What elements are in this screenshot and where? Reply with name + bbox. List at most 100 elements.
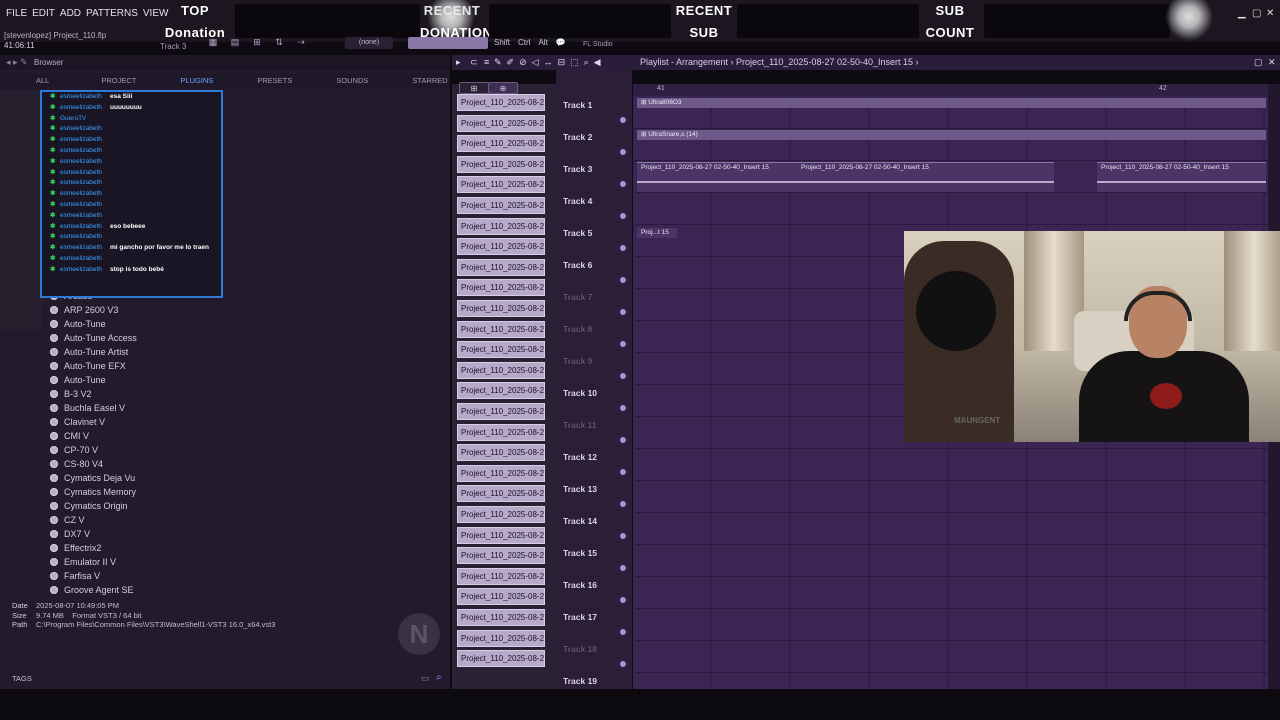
picker-item[interactable]: Project_110_2025-08-27... <box>457 114 545 132</box>
picker-item[interactable]: Project_110_2025-08-27... <box>457 94 545 111</box>
track-name[interactable]: Track 5 <box>563 228 592 238</box>
picker-item[interactable]: Project_110_2025-08-27... <box>457 423 545 441</box>
picker-item[interactable]: Project_110_2025-08-27... <box>457 217 545 235</box>
tab-plugins[interactable]: PLUGINS <box>136 73 213 89</box>
picker-item[interactable]: Project_110_2025-08-27... <box>457 547 545 565</box>
maximize-icon[interactable]: ▢ <box>1252 8 1261 19</box>
clip-track1[interactable]: ⊞ Ultra808O3 <box>637 98 1266 108</box>
plugin-item[interactable]: DX7 V <box>50 527 137 541</box>
menu-edit[interactable]: EDIT <box>32 8 55 19</box>
picker-item[interactable]: Project_110_2025-08-27... <box>457 464 545 482</box>
delete-icon[interactable]: ⊘ <box>519 57 527 68</box>
audio-clip-track3-a[interactable]: Project_110_2025-08-27 02-50-40_Insert 1… <box>637 162 1054 192</box>
pattern-selector[interactable] <box>408 37 488 49</box>
plugin-item[interactable]: CZ V <box>50 513 137 527</box>
magnet-icon[interactable]: ⊂ <box>470 57 480 68</box>
track-name[interactable]: Track 9 <box>563 356 592 366</box>
track-mute-led-icon[interactable] <box>620 149 626 155</box>
picker-item[interactable]: Project_110_2025-08-27... <box>457 238 545 256</box>
track-mute-led-icon[interactable] <box>620 213 626 219</box>
plugin-item[interactable]: CS-80 V4 <box>50 457 137 471</box>
track-name[interactable]: Track 4 <box>563 196 592 206</box>
picker-item[interactable]: Project_110_2025-08-27... <box>457 341 545 359</box>
folder-icon[interactable]: ▭ <box>421 673 430 684</box>
track-name[interactable]: Track 19 <box>563 676 597 686</box>
picker-item[interactable]: Project_110_2025-08-27... <box>457 526 545 544</box>
track-mute-led-icon[interactable] <box>620 469 626 475</box>
plugin-item[interactable]: Buchla Easel V <box>50 401 137 415</box>
track-name[interactable]: Track 2 <box>563 132 592 142</box>
track-mute-led-icon[interactable] <box>620 373 626 379</box>
track-mute-led-icon[interactable] <box>620 597 626 603</box>
picker-item[interactable]: Project_110_2025-08-27... <box>457 279 545 297</box>
picker-item[interactable]: Project_110_2025-08-27... <box>457 320 545 338</box>
plugin-item[interactable]: Cymatics Deja Vu <box>50 471 137 485</box>
tab-all[interactable]: ALL <box>0 73 49 89</box>
menu-patterns[interactable]: PATTERNS <box>86 8 138 19</box>
picker-item[interactable]: Project_110_2025-08-27... <box>457 403 545 420</box>
picker-item[interactable]: Project_110_2025-08-27... <box>457 588 545 606</box>
zoom-icon[interactable]: ⌕ <box>584 57 589 68</box>
select-icon[interactable]: ⬚ <box>570 57 579 68</box>
timeline-ruler[interactable]: 41 42 <box>633 84 1268 96</box>
tab-starred[interactable]: STARRED <box>368 73 447 89</box>
playlist-close-icon[interactable]: ✕ <box>1268 57 1276 68</box>
chat-icon[interactable]: 💬 <box>556 38 566 47</box>
track-mute-led-icon[interactable] <box>620 309 626 315</box>
track-name[interactable]: Track 1 <box>563 100 592 110</box>
clip-track2[interactable]: ⊞ UltraSnare,s (14) <box>637 130 1266 140</box>
slip-icon[interactable]: ↔ <box>544 57 553 68</box>
picker-item[interactable]: Project_110_2025-08-27... <box>457 506 545 523</box>
track-mute-led-icon[interactable] <box>620 181 626 187</box>
plugin-item[interactable]: ARP 2600 V3 <box>50 303 137 317</box>
clip-track5[interactable]: Proj...t 15 <box>637 228 677 238</box>
picker-item[interactable]: Project_110_2025-08-27... <box>457 197 545 214</box>
picker-item[interactable]: Project_110_2025-08-27... <box>457 382 545 400</box>
track-name[interactable]: Track 13 <box>563 484 597 494</box>
track-name[interactable]: Track 15 <box>563 548 597 558</box>
track-mute-led-icon[interactable] <box>620 117 626 123</box>
picker-item[interactable]: Project_110_2025-08-27... <box>457 176 545 194</box>
picker-item[interactable]: Project_110_2025-08-27... <box>457 609 545 626</box>
menu-add[interactable]: ADD <box>60 8 81 19</box>
menu-icon[interactable]: ≡ <box>484 57 494 68</box>
track-mute-led-icon[interactable] <box>620 437 626 443</box>
plugin-item[interactable]: Auto-Tune Access <box>50 331 137 345</box>
mute-icon[interactable]: ◁ <box>532 57 539 68</box>
track-mute-led-icon[interactable] <box>620 533 626 539</box>
picker-item[interactable]: Project_110_2025-08-27... <box>457 485 545 503</box>
plugin-item[interactable]: Cymatics Memory <box>50 485 137 499</box>
track-name[interactable]: Track 14 <box>563 516 597 526</box>
mixer-icon[interactable]: ⇅ <box>271 37 287 47</box>
picker-item[interactable]: Project_110_2025-08-27... <box>457 258 545 276</box>
plugin-item[interactable]: Auto-Tune <box>50 373 137 387</box>
plugin-item[interactable]: Auto-Tune Artist <box>50 345 137 359</box>
picker-view-button[interactable]: ⊞ <box>459 82 489 94</box>
keyboard-icon[interactable]: ▤ <box>227 37 243 47</box>
plugin-item[interactable]: Auto-Tune <box>50 317 137 331</box>
track-name[interactable]: Track 7 <box>563 292 592 302</box>
close-icon[interactable]: ✕ <box>1266 8 1274 19</box>
picker-item[interactable]: Project_110_2025-08-27... <box>457 650 545 668</box>
playback-icon[interactable]: ◀ <box>594 57 601 68</box>
track-mute-led-icon[interactable] <box>620 501 626 507</box>
plugin-item[interactable]: Groove Agent SE <box>50 583 137 597</box>
track-mute-led-icon[interactable] <box>620 565 626 571</box>
plugin-item[interactable]: B-3 V2 <box>50 387 137 401</box>
snap-icon[interactable]: ⊞ <box>249 37 265 47</box>
plugin-item[interactable]: Effectrix2 <box>50 541 137 555</box>
track-name[interactable]: Track 12 <box>563 452 597 462</box>
minimize-icon[interactable]: ▁ <box>1238 8 1246 19</box>
track-name[interactable]: Track 10 <box>563 388 597 398</box>
track-mute-led-icon[interactable] <box>620 661 626 667</box>
tab-project[interactable]: PROJECT <box>49 73 136 89</box>
plugin-item[interactable]: Cymatics Origin <box>50 499 137 513</box>
tab-presets[interactable]: PRESETS <box>213 73 292 89</box>
picker-item[interactable]: Project_110_2025-08-27... <box>457 155 545 173</box>
paint-icon[interactable]: ✐ <box>507 57 515 68</box>
grid-icon[interactable]: ▦ <box>205 37 221 47</box>
browser-nav-icon[interactable]: ◂ ▸ ✎ <box>6 57 28 68</box>
track-name[interactable]: Track 6 <box>563 260 592 270</box>
plugin-item[interactable]: CP-70 V <box>50 443 137 457</box>
play-icon[interactable]: ▸ <box>456 57 466 68</box>
